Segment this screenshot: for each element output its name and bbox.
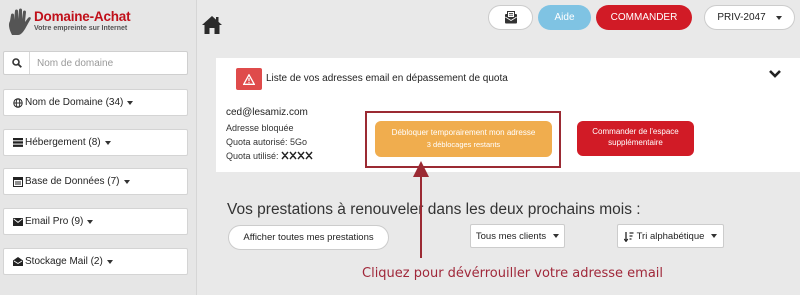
clients-dropdown[interactable]: Tous mes clients [470, 224, 565, 248]
quota-used: Quota utilisé: [226, 151, 313, 161]
renewals-title: Vos prestations à renouveler dans les de… [227, 201, 641, 218]
home-icon[interactable] [201, 15, 223, 35]
chevron-down-icon[interactable] [768, 68, 782, 80]
help-button[interactable]: Aide [538, 5, 591, 30]
brand-title: Domaine-Achat [34, 9, 131, 24]
warning-icon [236, 68, 262, 90]
envelope-icon [12, 217, 23, 227]
account-label: PRIV-2047 [717, 12, 766, 23]
redacted-value [281, 151, 313, 160]
database-icon [12, 176, 23, 187]
sidebar-item-label: Hébergement (8) [25, 137, 101, 148]
quota-used-label: Quota utilisé: [226, 151, 279, 161]
mail-box-icon [12, 257, 23, 267]
sidebar-item-hosting[interactable]: Hébergement (8) [3, 129, 188, 156]
quota-panel: Liste de vos adresses email en dépasseme… [216, 58, 800, 172]
messages-button[interactable] [488, 5, 533, 30]
quota-panel-title: Liste de vos adresses email en dépasseme… [266, 73, 508, 84]
sidebar-item-domains[interactable]: Nom de Domaine (34) [3, 89, 188, 116]
sidebar-item-email-pro[interactable]: Email Pro (9) [3, 208, 188, 235]
search-icon[interactable] [4, 52, 30, 74]
chevron-down-icon [104, 140, 111, 145]
chevron-down-icon [123, 179, 130, 184]
clients-dropdown-label: Tous mes clients [475, 230, 547, 242]
chevron-down-icon [106, 259, 113, 264]
unlock-button-label: Débloquer temporairement mon adresse [391, 128, 536, 137]
sidebar-item-label: Nom de Domaine (34) [25, 97, 124, 108]
unlock-hint-annotation: Cliquez pour dévérrouiller votre adresse… [362, 266, 664, 281]
order-space-button[interactable]: Commander de l'espace supplémentaire [577, 121, 694, 156]
domain-search-input[interactable] [30, 52, 180, 74]
email-status: Adresse bloquée [226, 123, 294, 133]
chevron-down-icon [87, 219, 94, 224]
hand-print-icon [8, 8, 31, 35]
sidebar-item-mail-storage[interactable]: Stockage Mail (2) [3, 248, 188, 275]
order-button[interactable]: COMMANDER [596, 5, 692, 30]
order-space-label-2: supplémentaire [608, 138, 663, 147]
sidebar: Domaine-Achat Votre empreinte sur Intern… [0, 0, 197, 295]
quota-authorized: Quota autorisé: 5Go [226, 137, 308, 147]
domain-search [3, 51, 188, 75]
sort-icon [623, 231, 634, 242]
brand-logo[interactable]: Domaine-Achat Votre empreinte sur Intern… [6, 8, 196, 38]
sidebar-item-databases[interactable]: Base de Données (7) [3, 168, 188, 195]
server-icon [12, 138, 23, 148]
unlock-address-button[interactable]: Débloquer temporairement mon adresse 3 d… [375, 121, 552, 157]
sort-dropdown[interactable]: Tri alphabétique [617, 224, 724, 248]
chevron-down-icon [711, 234, 718, 238]
sort-dropdown-label: Tri alphabétique [636, 230, 705, 242]
unlocks-remaining: 3 déblocages restants [426, 140, 501, 149]
sidebar-item-label: Email Pro (9) [25, 216, 84, 227]
show-all-services-button[interactable]: Afficher toutes mes prestations [228, 225, 389, 250]
ticket-envelope-icon [504, 11, 517, 24]
sidebar-item-label: Base de Données (7) [25, 176, 120, 187]
sidebar-item-label: Stockage Mail (2) [25, 256, 103, 267]
globe-icon [12, 97, 23, 108]
chevron-down-icon [127, 100, 134, 105]
chevron-down-icon [775, 15, 782, 20]
brand-tagline: Votre empreinte sur Internet [34, 25, 128, 32]
account-menu[interactable]: PRIV-2047 [704, 5, 795, 30]
blocked-email-address: ced@lesamiz.com [226, 107, 308, 118]
order-space-label: Commander de l'espace [592, 127, 679, 136]
chevron-down-icon [553, 234, 560, 238]
